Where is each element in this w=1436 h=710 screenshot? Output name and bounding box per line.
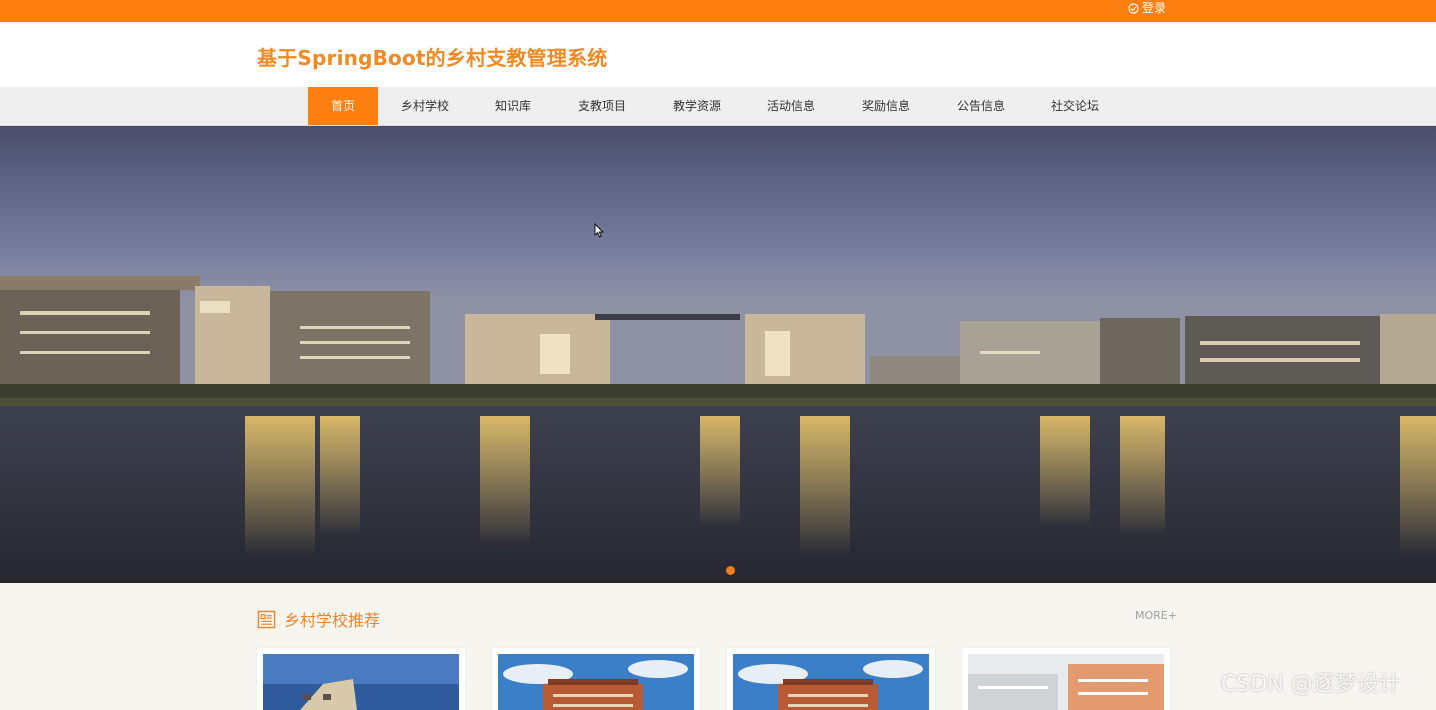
- school-image: [733, 654, 929, 710]
- school-card[interactable]: [727, 648, 935, 710]
- check-circle-icon: [1128, 2, 1139, 14]
- nav-item-knowledge[interactable]: 知识库: [478, 87, 548, 125]
- csdn-watermark: CSDN @逐梦设计: [1221, 672, 1401, 697]
- nav-item-notices[interactable]: 公告信息: [946, 87, 1016, 125]
- nav-item-schools[interactable]: 乡村学校: [390, 87, 460, 125]
- nav-item-home[interactable]: 首页: [308, 87, 378, 125]
- nav-item-rewards[interactable]: 奖励信息: [851, 87, 921, 125]
- more-link[interactable]: MORE+: [1135, 609, 1177, 622]
- site-header: 基于SpringBoot的乡村支教管理系统: [0, 22, 1436, 87]
- top-bar: 登录: [0, 0, 1436, 22]
- section-heading: 乡村学校推荐: [257, 607, 380, 631]
- nav-item-projects[interactable]: 支教项目: [567, 87, 637, 125]
- list-box-icon: [257, 610, 276, 628]
- main-nav: 首页 乡村学校 知识库 支教项目 教学资源 活动信息 奖励信息 公告信息 社交论…: [0, 87, 1436, 126]
- login-label: 登录: [1142, 1, 1167, 15]
- mouse-cursor-icon: [594, 223, 604, 238]
- nav-item-resources[interactable]: 教学资源: [662, 87, 732, 125]
- carousel-dot[interactable]: [726, 566, 735, 575]
- hero-banner[interactable]: [0, 126, 1436, 583]
- login-link[interactable]: 登录: [1128, 0, 1166, 16]
- section-title: 乡村学校推荐: [284, 611, 381, 630]
- school-card[interactable]: [492, 648, 700, 710]
- campus-night-image: [0, 126, 1436, 583]
- school-image: [968, 654, 1164, 710]
- school-image: [263, 654, 459, 710]
- school-card[interactable]: [962, 648, 1170, 710]
- nav-item-activities[interactable]: 活动信息: [756, 87, 826, 125]
- school-image: [498, 654, 694, 710]
- site-title[interactable]: 基于SpringBoot的乡村支教管理系统: [257, 42, 607, 71]
- nav-item-forum[interactable]: 社交论坛: [1040, 87, 1110, 125]
- school-card[interactable]: [257, 648, 465, 710]
